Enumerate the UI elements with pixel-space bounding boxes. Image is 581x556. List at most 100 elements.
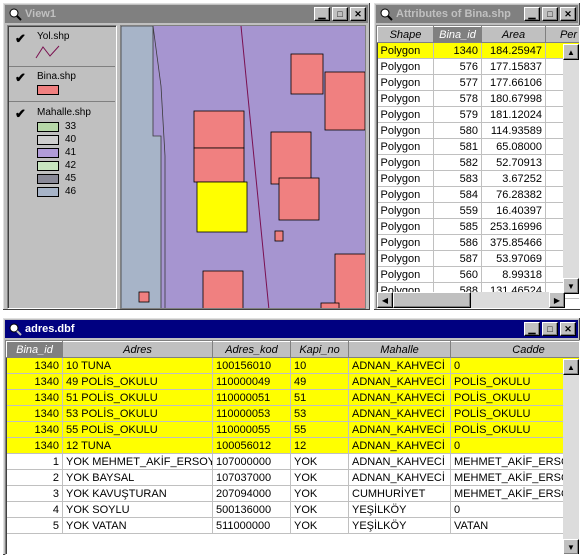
attributes-titlebar[interactable]: Attributes of Bina.shp ▁ □ ✕ <box>376 5 578 23</box>
table-row[interactable]: Polygon 578 180.67998 <box>377 90 579 107</box>
layer-visible-checkbox[interactable]: ✔ <box>15 32 26 45</box>
table-cell[interactable]: 1340 <box>6 421 63 438</box>
maximize-button[interactable]: □ <box>542 322 558 336</box>
adres-vscrollbar[interactable]: ▲ ▼ <box>563 359 579 554</box>
table-cell[interactable]: 55 <box>290 421 349 438</box>
table-cell[interactable]: Polygon <box>377 202 434 219</box>
table-cell[interactable]: Polygon <box>377 90 434 107</box>
table-cell[interactable]: 0 <box>450 357 579 374</box>
table-cell[interactable]: YOK SOYLU <box>62 501 213 518</box>
view-window[interactable]: View1 ▁ □ ✕ ✔ Yol.shp ✔ Bina.shp ✔ Mahal… <box>2 2 371 311</box>
table-cell[interactable]: 51 <box>290 389 349 406</box>
table-cell[interactable]: 559 <box>433 202 482 219</box>
close-button[interactable]: ✕ <box>560 7 576 21</box>
table-cell[interactable]: POLİS_OKULU <box>450 421 579 438</box>
table-cell[interactable]: YOK <box>290 485 349 502</box>
table-cell[interactable]: MEHMET_AKİF_ERSOY <box>450 453 579 470</box>
table-row[interactable]: Polygon 587 53.97069 <box>377 250 579 267</box>
table-cell[interactable]: 100156010 <box>212 357 291 374</box>
attributes-hscrollbar[interactable]: ◀ ▶ <box>377 292 565 308</box>
table-cell[interactable]: 560 <box>433 266 482 283</box>
table-row[interactable]: 1340 53 POLİS_OKULU 110000053 53 ADNAN_KAHVE… <box>6 405 579 422</box>
table-cell[interactable]: POLİS_OKULU <box>450 389 579 406</box>
table-cell[interactable]: YOK <box>290 501 349 518</box>
table-cell[interactable]: 51 POLİS_OKULU <box>62 389 213 406</box>
scroll-right-button[interactable]: ▶ <box>549 292 565 308</box>
table-cell[interactable]: Polygon <box>377 186 434 203</box>
table-row[interactable]: Polygon 576 177.15837 <box>377 58 579 75</box>
table-cell[interactable]: 581 <box>433 138 482 155</box>
table-cell[interactable]: 576 <box>433 58 482 75</box>
table-row[interactable]: 1340 12 TUNA 100056012 12 ADNAN_KAHVECİ 0 <box>6 437 579 454</box>
adres-titlebar[interactable]: adres.dbf ▁ □ ✕ <box>5 320 578 338</box>
table-cell[interactable]: 49 <box>290 373 349 390</box>
maximize-button[interactable]: □ <box>542 7 558 21</box>
table-row[interactable]: Polygon 560 8.99318 <box>377 266 579 283</box>
table-cell[interactable]: Polygon <box>377 58 434 75</box>
table-cell[interactable]: 53 <box>290 405 349 422</box>
table-cell[interactable]: YEŞİLKÖY <box>348 517 451 534</box>
layer-visible-checkbox[interactable]: ✔ <box>15 71 26 84</box>
legend-layer-mahalle[interactable]: ✔ Mahalle.shp 33 40 41 42 45 46 <box>9 104 115 204</box>
table-cell[interactable]: 1340 <box>6 405 63 422</box>
table-row[interactable]: Polygon 580 114.93589 <box>377 122 579 139</box>
table-row[interactable]: 2 YOK BAYSAL 107037000 YOK ADNAN_KAHVECİ MEHM… <box>6 469 579 486</box>
table-row[interactable]: Polygon 584 76.28382 <box>377 186 579 203</box>
table-cell[interactable]: Polygon <box>377 106 434 123</box>
close-button[interactable]: ✕ <box>350 7 366 21</box>
column-header[interactable]: Adres <box>62 341 213 358</box>
table-cell[interactable]: 65.08000 <box>481 138 546 155</box>
table-cell[interactable]: 1 <box>6 453 63 470</box>
minimize-button[interactable]: ▁ <box>314 7 330 21</box>
table-cell[interactable]: Polygon <box>377 154 434 171</box>
column-header[interactable]: Area <box>481 26 546 43</box>
table-cell[interactable]: ADNAN_KAHVECİ <box>348 421 451 438</box>
table-cell[interactable]: 587 <box>433 250 482 267</box>
table-cell[interactable]: YOK <box>290 469 349 486</box>
column-header[interactable]: Mahalle <box>348 341 451 358</box>
table-row[interactable]: Polygon 581 65.08000 <box>377 138 579 155</box>
table-cell[interactable]: Polygon <box>377 170 434 187</box>
table-cell[interactable]: 253.16996 <box>481 218 546 235</box>
table-cell[interactable]: 181.12024 <box>481 106 546 123</box>
table-cell[interactable]: 114.93589 <box>481 122 546 139</box>
table-cell[interactable]: CUMHURİYET <box>348 485 451 502</box>
table-cell[interactable]: 0 <box>450 437 579 454</box>
table-row[interactable]: 5 YOK VATAN 511000000 YOK YEŞİLKÖY VATAN <box>6 517 579 534</box>
scroll-up-button[interactable]: ▲ <box>563 359 579 375</box>
table-cell[interactable]: POLİS_OKULU <box>450 405 579 422</box>
column-header[interactable]: Per <box>545 26 579 43</box>
table-cell[interactable]: 107037000 <box>212 469 291 486</box>
table-cell[interactable]: 16.40397 <box>481 202 546 219</box>
table-cell[interactable]: YOK <box>290 453 349 470</box>
table-cell[interactable]: Polygon <box>377 250 434 267</box>
table-cell[interactable]: 8.99318 <box>481 266 546 283</box>
table-cell[interactable]: YEŞİLKÖY <box>348 501 451 518</box>
table-cell[interactable]: 5 <box>6 517 63 534</box>
layer-visible-checkbox[interactable]: ✔ <box>15 107 26 120</box>
table-cell[interactable]: MEHMET_AKİF_ERSOY <box>450 469 579 486</box>
close-button[interactable]: ✕ <box>560 322 576 336</box>
maximize-button[interactable]: □ <box>332 7 348 21</box>
table-cell[interactable]: 100056012 <box>212 437 291 454</box>
table-cell[interactable]: Polygon <box>377 266 434 283</box>
attributes-window[interactable]: Attributes of Bina.shp ▁ □ ✕ Shape Bina_i… <box>373 2 581 311</box>
table-cell[interactable]: 577 <box>433 74 482 91</box>
table-cell[interactable]: ADNAN_KAHVECİ <box>348 405 451 422</box>
table-cell[interactable]: 1340 <box>433 42 482 59</box>
table-cell[interactable]: 500136000 <box>212 501 291 518</box>
table-cell[interactable]: 53 POLİS_OKULU <box>62 405 213 422</box>
table-cell[interactable]: ADNAN_KAHVECİ <box>348 453 451 470</box>
column-header[interactable]: Kapi_no <box>290 341 349 358</box>
table-cell[interactable]: 584 <box>433 186 482 203</box>
table-row[interactable]: 1340 55 POLİS_OKULU 110000055 55 ADNAN_KAHVE… <box>6 421 579 438</box>
table-cell[interactable]: 110000051 <box>212 389 291 406</box>
table-row[interactable]: Polygon 577 177.66106 <box>377 74 579 91</box>
view-titlebar[interactable]: View1 ▁ □ ✕ <box>5 5 368 23</box>
table-row[interactable]: Polygon 579 181.12024 <box>377 106 579 123</box>
table-cell[interactable]: 177.66106 <box>481 74 546 91</box>
table-cell[interactable]: 2 <box>6 469 63 486</box>
attributes-table-area[interactable]: Shape Bina_id Area Per Polygon 1340 184.25947… <box>376 25 580 309</box>
table-cell[interactable]: 0 <box>450 501 579 518</box>
column-header[interactable]: Cadde <box>450 341 579 358</box>
